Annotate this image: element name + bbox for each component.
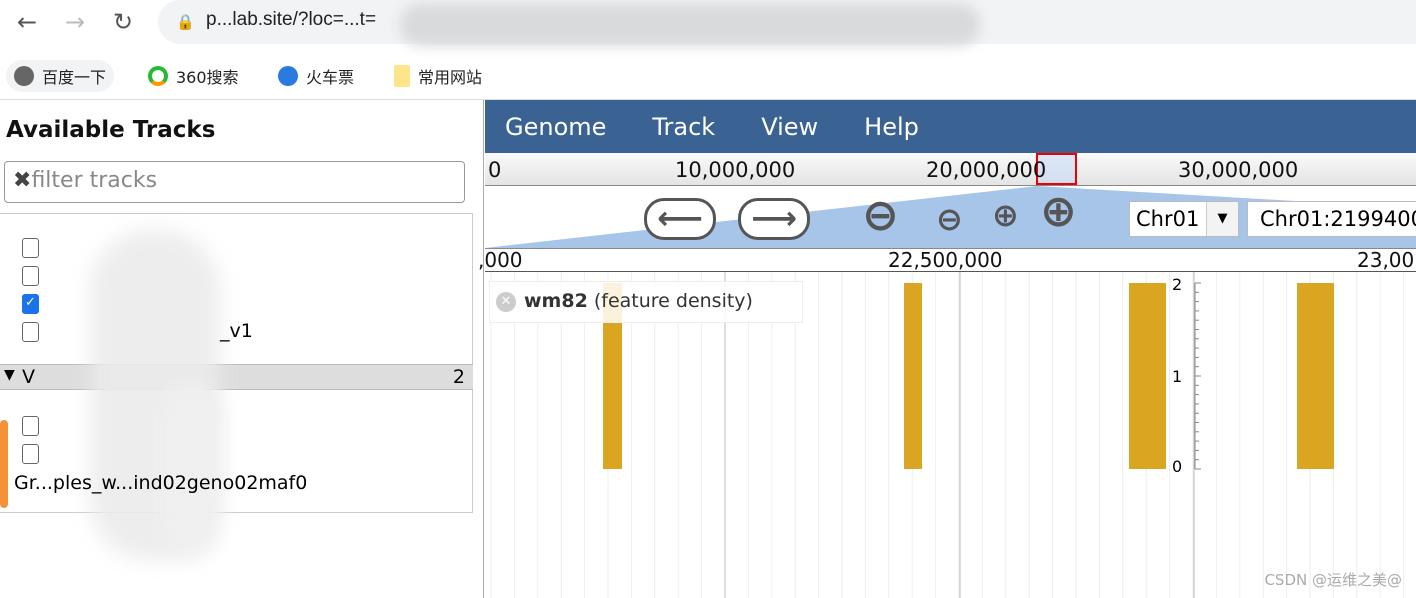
globe-icon — [14, 66, 34, 86]
ruler-tick: 22,500,000 — [888, 248, 1003, 272]
track-label: _v1 — [220, 320, 253, 342]
menu-track[interactable]: Track — [652, 113, 715, 141]
track-checkbox[interactable] — [22, 444, 39, 464]
chromosome-select[interactable]: Chr01 ▼ — [1129, 201, 1239, 237]
category-count: 2 — [452, 366, 465, 388]
overview-tick: 20,000,000 — [926, 158, 1047, 182]
back-icon[interactable]: ← — [12, 8, 42, 36]
zoom-in-small-icon[interactable]: ⊕ — [992, 196, 1019, 234]
density-bar — [1129, 283, 1166, 469]
track-checkbox-checked[interactable]: ✓ — [22, 294, 39, 314]
overview-tick: 30,000,000 — [1178, 158, 1299, 182]
overview-tick: 10,000,000 — [675, 158, 796, 182]
y-axis-label: 1 — [1172, 367, 1183, 386]
bookmark-train[interactable]: 火车票 — [270, 60, 362, 92]
zoom-out-small-icon[interactable]: ⊖ — [936, 200, 963, 238]
track-label-box: ✕ wm82 (feature density) — [489, 281, 803, 323]
bookmark-label: 百度一下 — [42, 68, 107, 87]
ruler-tick: 23,00 — [1357, 248, 1415, 272]
location-value: Chr01:2199400 — [1260, 207, 1416, 231]
pan-right-button[interactable]: ⟶ — [738, 198, 810, 240]
density-bar — [904, 283, 922, 469]
chromosome-value: Chr01 — [1136, 207, 1200, 231]
y-axis-label: 0 — [1172, 457, 1183, 476]
menu-view[interactable]: View — [761, 113, 818, 141]
bookmark-folder[interactable]: 常用网站 — [386, 60, 490, 92]
bookmark-baidu[interactable]: 百度一下 — [6, 60, 115, 92]
menu-genome[interactable]: Genome — [505, 113, 606, 141]
clear-icon[interactable]: ✖ — [13, 168, 31, 193]
filter-placeholder: filter tracks — [31, 168, 158, 193]
density-bar — [1297, 283, 1334, 469]
bookmarks-bar: 百度一下 360搜索 火车票 常用网站 — [0, 50, 1416, 100]
bookmark-label: 火车票 — [306, 68, 355, 87]
train-icon — [278, 66, 298, 86]
track-checkbox[interactable] — [22, 238, 39, 258]
zoom-in-big-icon[interactable]: ⊕ — [1040, 186, 1077, 237]
folder-icon — [394, 65, 410, 87]
zoom-out-big-icon[interactable]: ⊖ — [862, 190, 899, 241]
scrollbar[interactable] — [0, 420, 8, 508]
overview-tick: 0 — [488, 158, 502, 182]
bookmark-label: 常用网站 — [418, 68, 483, 87]
category-label: V — [22, 366, 35, 388]
redaction — [160, 380, 220, 560]
track-checkbox[interactable] — [22, 266, 39, 286]
track-category[interactable]: ▼ V 2 — [0, 364, 473, 390]
track-checkbox[interactable] — [22, 416, 39, 436]
address-bar-area: ← → ↻ 🔒 p...lab.site/?loc=...t= — [0, 0, 1416, 50]
menu-bar: Genome Track View Help — [485, 100, 1416, 153]
track-name: wm82 — [524, 290, 588, 312]
forward-icon[interactable]: → — [60, 8, 90, 36]
panel-title: Available Tracks — [6, 117, 216, 143]
filter-input[interactable]: ✖filter tracks — [4, 161, 465, 203]
pan-left-button[interactable]: ⟵ — [644, 198, 716, 240]
bookmark-360[interactable]: 360搜索 — [140, 60, 247, 92]
ruler-tick: ,000 — [478, 248, 523, 272]
lock-icon: 🔒 — [176, 13, 195, 31]
bookmark-label: 360搜索 — [176, 68, 239, 87]
track-label: Gr...ples_w...ind02geno02maf0 — [14, 472, 308, 494]
y-axis-label: 2 — [1172, 275, 1183, 294]
reload-icon[interactable]: ↻ — [108, 8, 138, 36]
track-list — [0, 213, 473, 513]
url-text: p...lab.site/?loc=...t= — [206, 9, 377, 30]
360-icon — [148, 66, 168, 86]
track-checkbox[interactable] — [22, 322, 39, 342]
chevron-down-icon[interactable]: ▼ — [1206, 202, 1238, 236]
watermark: CSDN @运维之美@ — [1264, 571, 1402, 589]
close-track-icon[interactable]: ✕ — [496, 292, 516, 312]
collapse-icon[interactable]: ▼ — [4, 367, 15, 383]
menu-help[interactable]: Help — [864, 113, 919, 141]
location-input[interactable]: Chr01:2199400 — [1247, 201, 1416, 237]
redaction — [400, 4, 980, 46]
track-type: (feature density) — [593, 290, 753, 312]
